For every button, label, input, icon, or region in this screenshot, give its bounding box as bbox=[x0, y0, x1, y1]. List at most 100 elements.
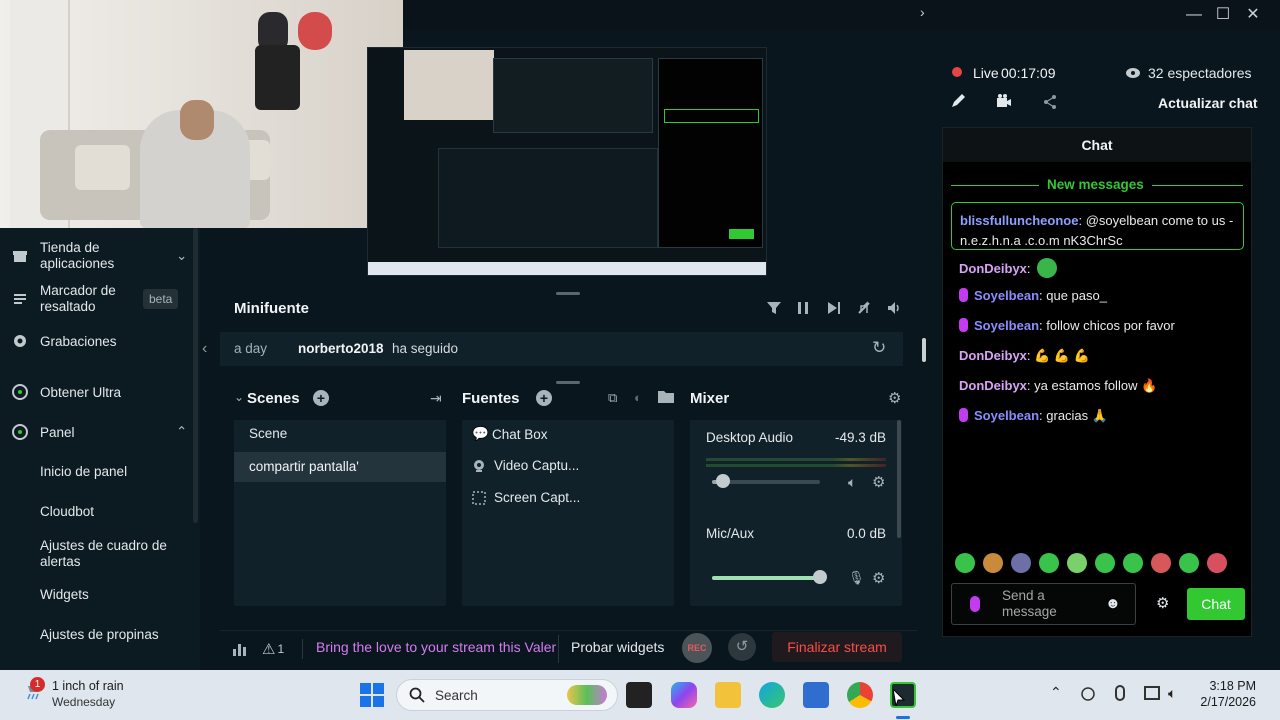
start-icon[interactable] bbox=[360, 683, 384, 707]
promo-banner[interactable]: Bring the love to your stream this Valer bbox=[316, 639, 556, 655]
stats-icon[interactable] bbox=[232, 641, 248, 657]
edge-icon[interactable] bbox=[759, 682, 785, 708]
speaker-tray-icon[interactable]: 🔈︎ bbox=[1168, 685, 1176, 702]
sidebar-item-panel[interactable]: Panel ⌃ bbox=[0, 423, 195, 441]
clock-time[interactable]: 3:18 PM bbox=[1202, 679, 1256, 693]
test-widgets-button[interactable]: Probar widgets bbox=[571, 639, 664, 655]
camera-settings-icon[interactable] bbox=[996, 93, 1012, 109]
source-filter-icon[interactable]: ◐ bbox=[634, 390, 642, 405]
chevron-up-icon[interactable]: ⌃ bbox=[1050, 684, 1062, 701]
sidebar-subitem-cloudbot[interactable]: Cloudbot bbox=[40, 504, 94, 519]
chat-username[interactable]: DonDeibyx bbox=[959, 378, 1027, 393]
emote-icon[interactable] bbox=[1095, 553, 1115, 573]
chat-username[interactable]: Soyelbean bbox=[974, 318, 1039, 333]
sidebar-subitem-alertbox[interactable]: Ajustes de cuadro de alertas bbox=[40, 538, 190, 570]
close-button[interactable]: ✕ bbox=[1239, 4, 1267, 26]
file-explorer-icon[interactable] bbox=[715, 682, 741, 708]
folder-icon[interactable] bbox=[658, 389, 674, 403]
sidebar-item-app-store[interactable]: Tienda de aplicaciones ⌄ bbox=[0, 240, 195, 272]
live-label: Live bbox=[973, 65, 999, 81]
sidebar-scrollbar[interactable] bbox=[193, 228, 198, 523]
scrollbar[interactable] bbox=[897, 420, 901, 538]
emote-icon[interactable] bbox=[955, 553, 975, 573]
chat-send-button[interactable]: Chat bbox=[1187, 588, 1245, 620]
chat-username[interactable]: Soyelbean bbox=[974, 288, 1039, 303]
source-item[interactable]: Video Captu... bbox=[472, 458, 579, 473]
chat-username[interactable]: Soyelbean bbox=[974, 408, 1039, 423]
chevron-down-icon[interactable]: ⌄ bbox=[176, 248, 187, 264]
mic-muted-icon[interactable]: 🎙︎ bbox=[848, 570, 865, 586]
emote-icon[interactable] bbox=[1207, 553, 1227, 573]
copilot-icon[interactable] bbox=[671, 682, 697, 708]
source-settings-icon[interactable]: ⧉ bbox=[608, 390, 617, 406]
refresh-chat-button[interactable]: Actualizar chat bbox=[1158, 95, 1258, 111]
chat-input[interactable]: Send a message ☻ bbox=[951, 583, 1136, 625]
replay-icon[interactable]: ↻ bbox=[872, 338, 886, 358]
chat-username[interactable]: blissfullunchеonoe bbox=[960, 213, 1078, 228]
emote-icon[interactable] bbox=[983, 553, 1003, 573]
speaker-icon[interactable]: 🔈︎ bbox=[848, 474, 856, 491]
gear-icon[interactable]: ⚙ bbox=[872, 473, 885, 491]
emote-icon[interactable] bbox=[1179, 553, 1199, 573]
collapse-chat-icon[interactable]: › bbox=[920, 4, 940, 26]
chrome-icon[interactable] bbox=[847, 682, 873, 708]
sidebar: Tienda de aplicaciones ⌄ Marcador de res… bbox=[0, 228, 200, 670]
slider-knob[interactable] bbox=[813, 570, 827, 584]
slider-knob[interactable] bbox=[716, 474, 730, 488]
share-icon[interactable] bbox=[1042, 94, 1058, 110]
notifications-button[interactable]: ⚠ 1 bbox=[262, 640, 284, 658]
chat-username[interactable]: DonDeibyx bbox=[959, 348, 1027, 363]
volume-slider[interactable] bbox=[712, 570, 827, 584]
chevron-up-icon[interactable]: ⌃ bbox=[176, 424, 187, 440]
sidebar-subitem-tips[interactable]: Ajustes de propinas bbox=[40, 627, 159, 642]
source-item[interactable]: 💬 Chat Box bbox=[472, 426, 548, 442]
transition-icon[interactable]: ⇥ bbox=[430, 390, 442, 407]
gear-icon[interactable]: ⚙ bbox=[872, 569, 885, 587]
mute-alerts-icon[interactable] bbox=[856, 300, 872, 316]
volume-icon[interactable] bbox=[886, 300, 902, 316]
record-button[interactable]: REC bbox=[682, 633, 712, 663]
terminal-icon[interactable] bbox=[626, 682, 652, 708]
scrollbar[interactable] bbox=[922, 338, 926, 362]
sidebar-item-highlighter[interactable]: Marcador de resaltado beta bbox=[0, 283, 195, 315]
scene-item-selected[interactable]: compartir pantalla' bbox=[234, 452, 446, 482]
collapse-sidebar-icon[interactable]: ‹ bbox=[202, 340, 207, 358]
add-scene-icon[interactable]: + bbox=[313, 390, 329, 406]
mic-tray-icon[interactable] bbox=[1115, 685, 1125, 701]
emote-icon[interactable] bbox=[1151, 553, 1171, 573]
skip-icon[interactable] bbox=[826, 300, 842, 316]
store-icon[interactable] bbox=[803, 682, 829, 708]
sidebar-subitem-widgets[interactable]: Widgets bbox=[40, 587, 89, 602]
maximize-button[interactable]: ☐ bbox=[1209, 4, 1237, 26]
scene-item[interactable]: Scene bbox=[249, 426, 287, 441]
chat-text: : que paso_ bbox=[1039, 288, 1107, 303]
end-stream-button[interactable]: Finalizar stream bbox=[772, 632, 902, 662]
sidebar-subitem-dashboard-home[interactable]: Inicio de panel bbox=[40, 464, 127, 479]
emote-icon[interactable] bbox=[1011, 553, 1031, 573]
sidebar-item-ultra[interactable]: Obtener Ultra bbox=[0, 383, 195, 401]
display-icon[interactable] bbox=[1144, 686, 1160, 700]
volume-slider[interactable] bbox=[712, 474, 820, 488]
minimize-button[interactable]: — bbox=[1180, 4, 1208, 26]
replay-buffer-icon[interactable]: ↺ bbox=[728, 633, 756, 661]
collapse-icon[interactable]: ⌄ bbox=[234, 390, 244, 404]
edit-icon[interactable] bbox=[950, 93, 966, 109]
emote-icon[interactable] bbox=[1067, 553, 1087, 573]
filter-icon[interactable] bbox=[766, 300, 782, 316]
network-icon[interactable] bbox=[1080, 686, 1096, 702]
chat-username[interactable]: DonDeibyx bbox=[959, 261, 1027, 276]
pause-icon[interactable] bbox=[796, 300, 810, 316]
emoji-icon[interactable]: ☻ bbox=[1105, 595, 1121, 612]
source-item[interactable]: Screen Capt... bbox=[472, 490, 580, 505]
gear-icon[interactable]: ⚙ bbox=[1156, 594, 1169, 612]
gear-icon[interactable]: ⚙ bbox=[888, 389, 901, 407]
search-bar[interactable]: Search bbox=[396, 679, 618, 711]
mic-badge-icon bbox=[959, 408, 968, 422]
clock-date[interactable]: 2/17/2026 bbox=[1186, 695, 1256, 709]
event-user[interactable]: norberto2018 bbox=[298, 341, 384, 356]
sidebar-item-recordings[interactable]: Grabaciones bbox=[0, 332, 195, 350]
active-indicator bbox=[896, 716, 910, 719]
add-source-icon[interactable]: + bbox=[536, 390, 552, 406]
emote-icon[interactable] bbox=[1039, 553, 1059, 573]
emote-icon[interactable] bbox=[1123, 553, 1143, 573]
